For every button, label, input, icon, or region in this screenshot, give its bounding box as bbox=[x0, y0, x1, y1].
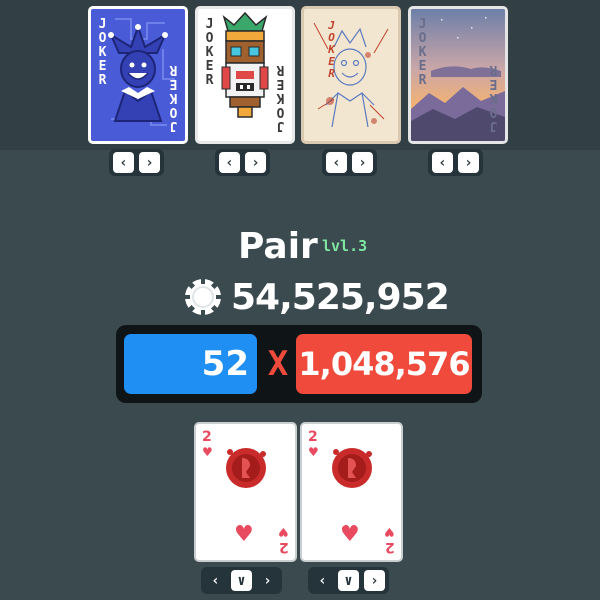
red-wax-seal-icon bbox=[332, 448, 372, 488]
heart-pip: ♥ bbox=[234, 522, 254, 547]
red-wax-seal-icon bbox=[226, 448, 266, 488]
joker-label: JOKER bbox=[415, 17, 430, 87]
move-right-button[interactable]: › bbox=[364, 570, 385, 591]
joker-label: JOKER bbox=[325, 19, 338, 79]
hand-type-name: Pair bbox=[238, 226, 318, 267]
deselect-button[interactable]: ∨ bbox=[231, 570, 252, 591]
move-left-button[interactable]: ‹ bbox=[432, 152, 453, 173]
joker-2-controls: ‹ › bbox=[215, 149, 270, 176]
card-rank: 2 bbox=[279, 539, 289, 555]
move-right-button[interactable]: › bbox=[245, 152, 266, 173]
card-rank: 2 bbox=[308, 429, 318, 445]
move-right-button[interactable]: › bbox=[257, 570, 278, 591]
heart-suit-icon: ♥ bbox=[308, 445, 319, 459]
joker-3-controls: ‹ › bbox=[322, 149, 377, 176]
joker-label: JOKER bbox=[202, 17, 217, 87]
joker-4-controls: ‹ › bbox=[428, 149, 483, 176]
score-panel: 52 X 1,048,576 bbox=[116, 325, 482, 403]
chip-icon bbox=[184, 278, 222, 316]
heart-suit-icon: ♥ bbox=[202, 445, 213, 459]
chips-value: 52 bbox=[124, 334, 257, 394]
card-rank: 2 bbox=[385, 539, 395, 555]
card-2-controls: ‹ ∨ › bbox=[308, 567, 389, 594]
card-1-controls: ‹ ∨ › bbox=[201, 567, 282, 594]
sketch-jester-art bbox=[313, 22, 389, 128]
joker-card-sketch[interactable]: JOKER bbox=[301, 6, 401, 144]
heart-suit-icon: ♥ bbox=[384, 525, 395, 539]
total-score: 54,525,952 bbox=[231, 276, 450, 318]
joker-label-rotated: JOKER bbox=[273, 63, 288, 133]
move-left-button[interactable]: ‹ bbox=[113, 152, 134, 173]
move-right-button[interactable]: › bbox=[352, 152, 373, 173]
heart-suit-icon: ♥ bbox=[278, 525, 289, 539]
move-left-button[interactable]: ‹ bbox=[205, 570, 226, 591]
total-score-row: 54,525,952 bbox=[183, 276, 450, 318]
move-right-button[interactable]: › bbox=[458, 152, 479, 173]
joker-1-controls: ‹ › bbox=[109, 149, 164, 176]
heart-pip: ♥ bbox=[340, 522, 360, 547]
joker-card-tiki-mask[interactable]: JOKER JOKER bbox=[195, 6, 295, 144]
mult-value: 1,048,576 bbox=[296, 334, 472, 394]
joker-card-sunset[interactable]: JOKER JOKER bbox=[408, 6, 508, 144]
joker-card-blue-jester[interactable]: JOKER JOKER bbox=[88, 6, 188, 144]
playing-card-two-of-hearts[interactable]: 2 ♥ ♥ ♥ 2 bbox=[194, 422, 297, 562]
hand-level: lvl.3 bbox=[322, 237, 368, 255]
joker-label: JOKER bbox=[95, 17, 110, 87]
joker-label-rotated: JOKER bbox=[486, 63, 501, 133]
move-left-button[interactable]: ‹ bbox=[326, 152, 347, 173]
deselect-button[interactable]: ∨ bbox=[338, 570, 359, 591]
move-left-button[interactable]: ‹ bbox=[219, 152, 240, 173]
joker-label-rotated: JOKER bbox=[166, 63, 181, 133]
playing-card-two-of-hearts[interactable]: 2 ♥ ♥ ♥ 2 bbox=[300, 422, 403, 562]
move-right-button[interactable]: › bbox=[139, 152, 160, 173]
card-rank: 2 bbox=[202, 429, 212, 445]
multiply-sign: X bbox=[267, 344, 289, 384]
move-left-button[interactable]: ‹ bbox=[312, 570, 333, 591]
